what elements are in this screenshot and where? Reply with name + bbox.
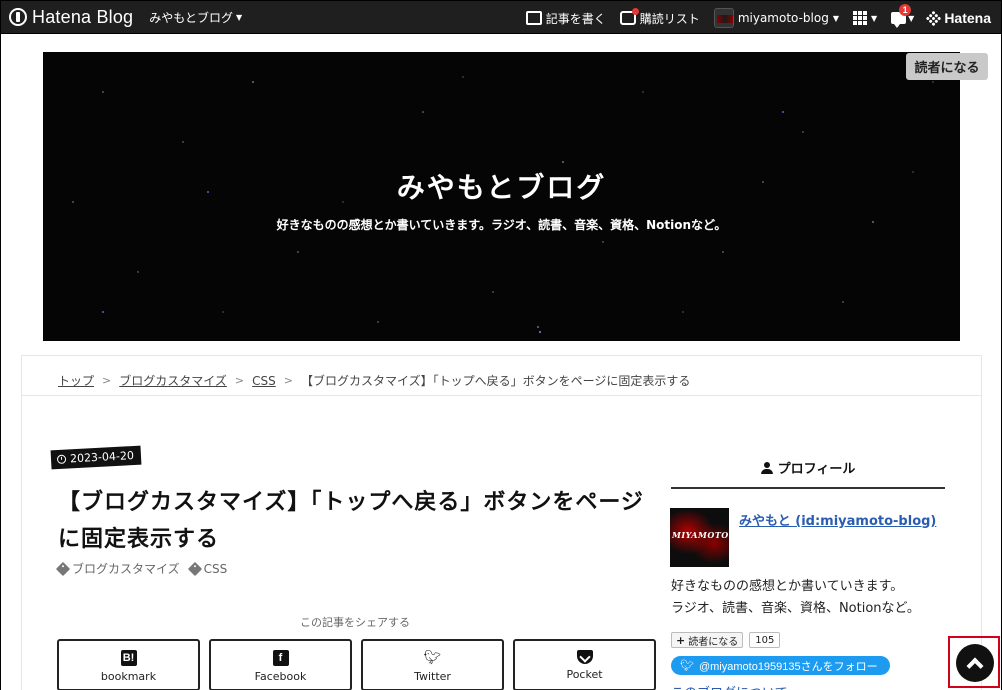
caret-down-icon: ▼ [236, 12, 243, 22]
plus-icon: + [676, 633, 686, 647]
article-title[interactable]: 【ブログカスタマイズ】「トップへ戻る」ボタンをページに固定表示する [58, 484, 648, 558]
caret-down-icon: ▼ [871, 13, 878, 23]
person-icon [760, 461, 773, 474]
blog-title[interactable]: みやもとブログ [43, 166, 960, 206]
reading-list-button[interactable]: 購読リスト [619, 8, 700, 27]
profile-name-link[interactable]: みやもと (id:miyamoto-blog) [739, 510, 936, 529]
twitter-follow-button[interactable]: 🐦︎ @miyamoto1959135さんをフォロー [671, 656, 890, 675]
unread-dot [631, 8, 639, 15]
caret-down-icon: ▼ [908, 13, 915, 23]
avatar [713, 8, 734, 28]
subscribe-small-button[interactable]: + 読者になる [671, 632, 744, 648]
breadcrumb: トップ > ブログカスタマイズ > CSS > 【ブログカスタマイズ】「トップへ… [58, 372, 690, 389]
subscriber-count: 105 [749, 632, 781, 648]
twitter-icon: 🐦︎ [680, 660, 694, 672]
breadcrumb-css[interactable]: CSS [252, 374, 276, 388]
profile-heading: プロフィール [671, 458, 945, 477]
grid-icon [853, 11, 867, 25]
breadcrumb-separator: > [102, 374, 112, 387]
hatena-bookmark-share-button[interactable]: B! bookmark [57, 639, 200, 690]
blog-header: みやもとブログ 好きなものの感想とか書いていきます。ラジオ、読書、音楽、資格、N… [43, 52, 960, 341]
profile-description-line: 好きなものの感想とか書いていきます。 [671, 579, 904, 594]
profile-avatar[interactable]: MIYAMOTO [670, 508, 729, 567]
hatena-dots-icon [926, 10, 942, 26]
blog-selector-label: みやもとブログ [149, 10, 234, 25]
window-border-left [0, 34, 1, 690]
breadcrumb-blog-customize[interactable]: ブログカスタマイズ [119, 372, 227, 389]
hatena-blog-logo[interactable]: Hatena Blog [9, 7, 133, 28]
profile-description: 好きなものの感想とか書いていきます。 ラジオ、読書、音楽、資格、Notionなど… [671, 576, 951, 620]
category-link[interactable]: ブログカスタマイズ [55, 560, 180, 577]
subscribe-button[interactable]: 読者になる [906, 53, 988, 80]
chevron-up-icon [966, 657, 984, 675]
article-date-text: 2023-04-20 [69, 449, 135, 466]
twitter-follow-label: @miyamoto1959135さんをフォロー [698, 660, 878, 673]
hatena-label: Hatena [944, 10, 991, 26]
hatena-link[interactable]: Hatena [926, 10, 991, 26]
caret-down-icon: ▼ [832, 13, 839, 23]
share-label: この記事をシェアする [300, 616, 410, 629]
tag-icon [187, 561, 202, 576]
hatena-bookmark-icon: B! [120, 650, 137, 666]
article-categories: ブログカスタマイズ CSS [55, 560, 228, 577]
blog-description: 好きなものの感想とか書いていきます。ラジオ、読書、音楽、資格、Notionなど。 [276, 218, 727, 232]
share-label-pocket: Pocket [566, 668, 603, 681]
global-header: Hatena Blog みやもとブログ ▼ 記事を書く 購読リスト miyamo… [0, 0, 1002, 34]
avatar-logo-text: MIYAMOTO [672, 530, 729, 540]
breadcrumb-current: 【ブログカスタマイズ】「トップへ戻る」ボタンをページに固定表示する [300, 374, 691, 388]
pocket-icon [576, 650, 593, 664]
category-label: ブログカスタマイズ [72, 562, 180, 576]
share-label-twitter: Twitter [414, 670, 451, 683]
brand-name: Hatena Blog [32, 6, 134, 27]
reading-list-icon [619, 8, 639, 25]
profile-heading-text: プロフィール [777, 462, 856, 477]
category-link[interactable]: CSS [187, 560, 228, 577]
breadcrumb-separator: > [283, 374, 293, 387]
edit-icon [525, 11, 542, 25]
account-menu[interactable]: miyamoto-blog ▼ [713, 8, 839, 28]
breadcrumb-top[interactable]: トップ [58, 372, 94, 389]
about-blog-link[interactable]: このブログについて [671, 682, 788, 690]
breadcrumb-separator: > [234, 374, 245, 387]
category-label: CSS [203, 561, 228, 576]
reading-list-label: 購読リスト [639, 11, 700, 26]
pocket-share-button[interactable]: Pocket [513, 639, 656, 690]
notifications-button[interactable]: 1 ▼ [891, 4, 915, 28]
facebook-share-button[interactable]: f Facebook [209, 639, 352, 690]
account-name: miyamoto-blog [737, 11, 829, 25]
header-actions: 記事を書く 購読リスト miyamoto-blog ▼ ▼ 1 ▼ Hatena [525, 1, 991, 35]
divider [671, 487, 945, 489]
share-label-bookmark: bookmark [100, 670, 157, 683]
blog-selector[interactable]: みやもとブログ ▼ [149, 9, 242, 26]
facebook-icon: f [272, 650, 289, 666]
write-article-button[interactable]: 記事を書く [525, 10, 606, 27]
subscribe-small-label: 読者になる [688, 636, 739, 648]
subscribe-widget: + 読者になる 105 [671, 632, 781, 648]
share-label-facebook: Facebook [254, 670, 307, 683]
hatena-blog-logo-icon [9, 8, 27, 26]
clock-icon [56, 454, 67, 465]
twitter-share-button[interactable]: 🐦︎ Twitter [361, 639, 504, 690]
write-article-label: 記事を書く [545, 11, 606, 26]
tag-icon [55, 561, 71, 576]
scroll-to-top-button[interactable] [956, 644, 994, 682]
twitter-icon: 🐦︎ [423, 650, 442, 666]
apps-menu[interactable]: ▼ [853, 11, 877, 25]
share-buttons: B! bookmark f Facebook 🐦︎ Twitter Pocket [57, 639, 656, 690]
divider [22, 395, 981, 396]
profile-description-line: ラジオ、読書、音楽、資格、Notionなど。 [671, 601, 920, 616]
